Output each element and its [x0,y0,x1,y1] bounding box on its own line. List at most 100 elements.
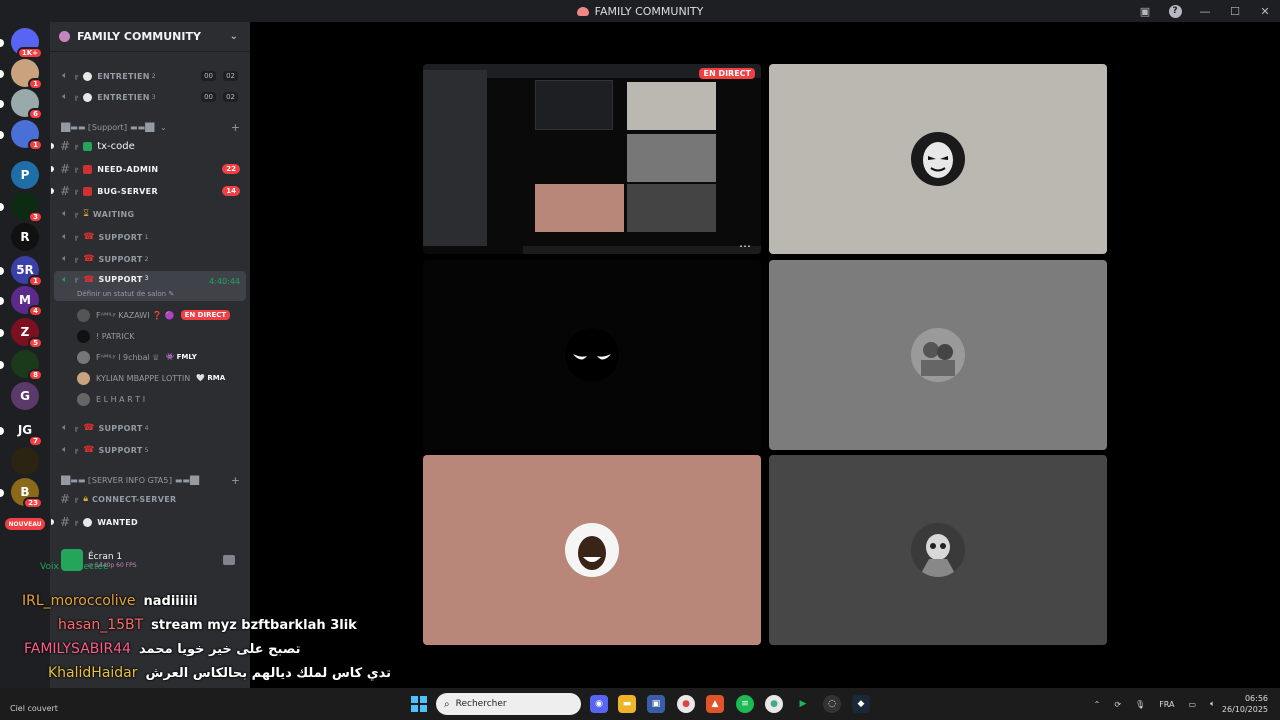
screen-share-tile[interactable]: EN DIRECT … [423,64,761,254]
unread-pip [0,267,4,275]
voice-user[interactable]: Fᴬᴹᴵᴸʸ l 9chbal ♕ 👾 FMLY [77,348,245,366]
user-tile[interactable] [769,455,1107,645]
discord-window: FAMILY COMMUNITY ▣ ? — ☐ ✕ NOUVEAU 1K+ 1 6… [0,0,1280,705]
close-button[interactable]: ✕ [1250,0,1280,22]
channel-support-5[interactable]: 🔈︎ ╔ ☎︎ SUPPORT 5 [54,440,246,460]
server-icon[interactable]: Z5 [0,318,43,349]
add-channel-icon[interactable]: + [231,121,240,134]
server-icon[interactable]: R [11,223,39,251]
server-header[interactable]: FAMILY COMMUNITY ⌄ [50,22,250,52]
server-icon[interactable]: G [11,382,39,410]
notification-badge: 1 [28,275,43,287]
server-icon[interactable]: 3 [0,192,43,223]
user-tile[interactable] [769,64,1107,254]
voice-user[interactable]: KYLIAN MBAPPE LOTTIN 🤍 RMA [77,369,245,387]
channel-support-2[interactable]: 🔈︎ ╔ ☎︎ SUPPORT 2 [54,249,246,269]
channel-connect-server[interactable]: # ╔ 🔒︎ CONNECT-SERVER [54,489,246,509]
notification-badge: 7 [28,435,43,447]
server-icon[interactable]: B 23 [0,478,43,509]
chevron-up-icon[interactable]: ⌃ [1094,700,1101,709]
unread-pip [0,39,4,47]
server-icon[interactable]: JG 7 [0,416,43,447]
brave-icon[interactable]: ▲ [706,695,724,713]
chrome-icon[interactable]: ● [677,695,695,713]
unread-indicator [51,188,54,194]
server-icon[interactable]: 8 [0,350,43,381]
voice-user-name: KYLIAN MBAPPE LOTTIN [96,373,191,383]
spotify-icon[interactable]: ≡ [736,695,754,713]
channel-entretien-3[interactable]: 🔈︎ ╔ ENTRETIEN 3 00 02 [54,87,246,107]
server-icon[interactable]: M4 [0,286,43,317]
avatar [77,392,90,406]
channel-tx-code[interactable]: # ╔ tx-code [51,136,246,156]
voice-user[interactable]: Fᴬᴹᴵᴸʸ KAZAWI ❓ 🟣 EN DIRECT [77,306,245,324]
channel-waiting[interactable]: 🔈︎ ╔ ⌛︎ WAITING [54,204,246,224]
file-explorer-icon[interactable]: ▬ [618,695,636,713]
app-icon[interactable]: ▣ [647,695,665,713]
windows-start-icon[interactable] [411,696,427,712]
time: 06:56 [1244,694,1268,703]
channel-support-3[interactable]: 🔈︎ ╔ ☎︎ SUPPORT 3 4:40:44 Définir un statu… [54,271,246,301]
inbox-icon[interactable]: ▣ [1130,0,1160,22]
play-icon[interactable]: ▶ [794,695,812,713]
stop-stream-icon[interactable] [223,555,235,565]
clock[interactable]: 06:56 26/10/2025 [1222,693,1268,715]
channel-support-1[interactable]: 🔈︎ ╔ ☎︎ SUPPORT 1 [54,227,246,247]
maximize-button[interactable]: ☐ [1220,0,1250,22]
weather-widget[interactable]: Ciel couvert [10,704,58,713]
channel-bug-server[interactable]: # ╔ BUG-SERVER 14 [51,181,246,201]
unread-pip [0,427,4,435]
user-tile[interactable] [423,260,761,450]
network-icon[interactable]: ▭ [1189,700,1197,709]
server-icon[interactable]: 1K+ [0,28,43,59]
chat-message: FAMILYSABIR44 تصبح على خير خويا محمد [24,638,301,660]
voice-user-name: ! PATRICK [96,331,135,341]
search-icon: ⌕ [444,698,450,710]
user-tile[interactable] [423,455,761,645]
server-icon [59,31,70,42]
channel-support-4[interactable]: 🔈︎ ╔ ☎︎ SUPPORT 4 [54,418,246,438]
more-options-icon[interactable]: … [739,236,751,250]
channel-entretien-2[interactable]: 🔈︎ ╔ ENTRETIEN 2 00 02 [54,66,246,86]
minimize-button[interactable]: — [1190,0,1220,22]
app-icon[interactable]: ◌ [823,695,841,713]
mini-tile [535,184,624,232]
channel-need-admin[interactable]: # ╔ NEED-ADMIN 22 [51,159,246,179]
check-icon [83,141,93,151]
user-tile[interactable] [769,260,1107,450]
voice-user[interactable]: ! PATRICK [77,327,245,345]
taskbar-search[interactable]: ⌕ Rechercher [436,693,581,715]
server-icon[interactable]: 6 [0,89,43,120]
lock-icon: ╔ [74,255,79,263]
category-server-info[interactable]: ▐█▬▬ ⟦SERVER INFO GTA5⟧ ▬▬█▌ + [58,472,246,488]
hash-icon: # [59,515,71,529]
chrome-icon[interactable]: ● [765,695,783,713]
channel-wanted[interactable]: # ╔ WANTED [51,512,246,532]
set-channel-status[interactable]: Définir un statut de salon ✎ [77,290,174,298]
server-icon[interactable]: 5R 1 [0,256,43,287]
server-icon[interactable]: 1 [0,59,43,90]
speaker-icon: 🔈︎ [62,445,68,455]
voice-connected-status: Voix connectée [40,562,109,572]
chevron-down-icon[interactable]: ⌄ [230,31,238,42]
discord-app-icon[interactable]: ◉ [590,695,608,713]
hash-icon: # [59,162,71,176]
language-indicator[interactable]: FRA [1159,700,1174,709]
microphone-icon[interactable]: 🎙︎ [1135,700,1145,709]
voice-user[interactable]: E L H A R T I [77,390,245,408]
server-icon[interactable]: P [11,161,39,189]
chat-message: hasan_15BT stream myz bzftbarklah 3lik [58,614,357,636]
steam-icon[interactable]: ◆ [852,695,870,713]
volume-icon[interactable]: 🔈︎ [1210,699,1215,709]
notification-badge: 3 [28,211,43,223]
help-icon[interactable]: ? [1160,0,1190,22]
category-support[interactable]: ▐█▬▬ ⟦Support⟧ ▬▬█▌ ⌄ + [58,119,246,135]
live-badge: EN DIRECT [180,310,231,320]
server-icon[interactable]: 1 [0,120,43,151]
sync-icon[interactable]: ⟳ [1114,700,1121,709]
add-channel-icon[interactable]: + [231,474,240,487]
lock-icon: ╔ [74,518,79,526]
server-tag: 👾 FMLY [165,353,197,361]
windows-taskbar: Ciel couvert ⌕ Rechercher ◉ ▬ ▣ ● ▲ ≡ ● … [0,688,1280,720]
server-icon[interactable] [11,447,39,475]
